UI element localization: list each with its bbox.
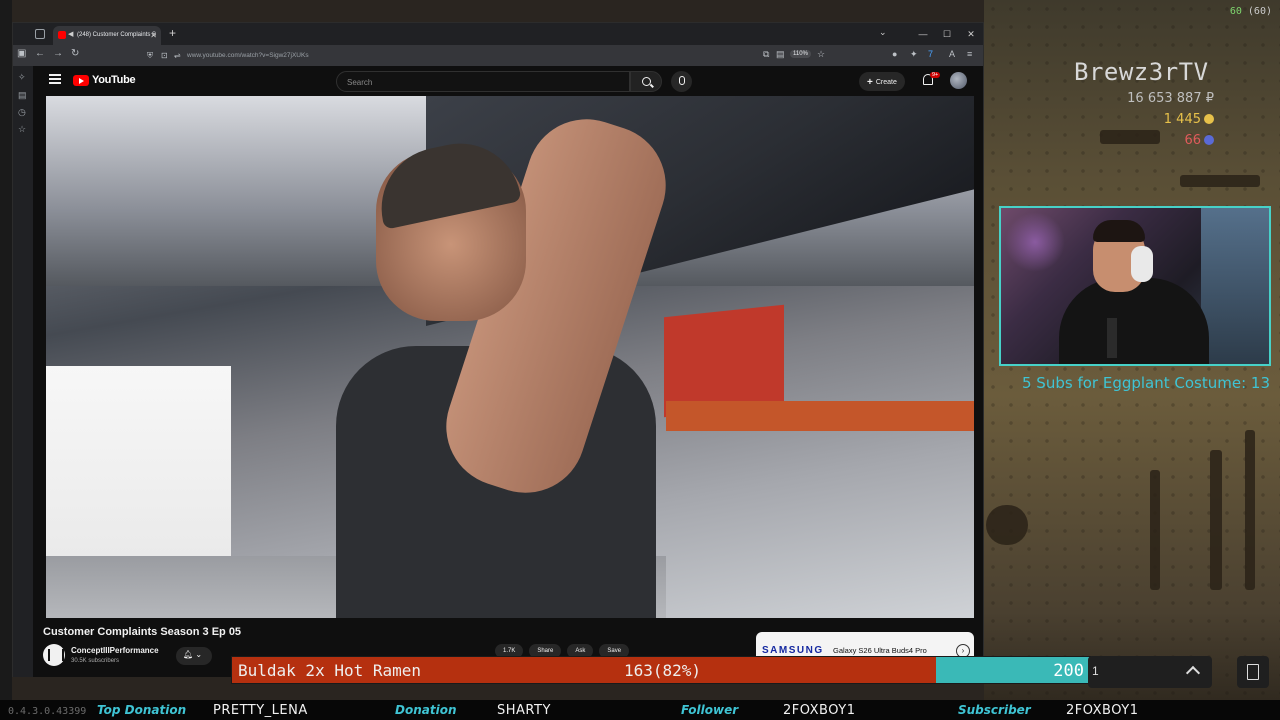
donation-label: Donation	[395, 703, 457, 717]
fps-counter: 60 (60)	[1229, 6, 1272, 17]
tab-title: (248) Customer Complaints S	[77, 32, 157, 38]
font-icon[interactable]: A	[949, 49, 955, 59]
menu-icon[interactable]: ≡	[967, 49, 972, 59]
browser-window: ◀ (248) Customer Complaints S ✕ + ⌄ — ☐ …	[12, 22, 984, 714]
chevron-up-icon[interactable]	[1185, 665, 1201, 681]
ramen-count: 163(82%)	[624, 661, 702, 680]
youtube-play-icon	[73, 74, 89, 86]
subscribed-bell-button[interactable]: 🔔︎ ⌄	[176, 647, 212, 665]
search-input[interactable]: Search	[336, 71, 630, 92]
coin-icon	[1204, 114, 1214, 124]
donation-value: SHARTY	[497, 703, 551, 718]
channel-avatar[interactable]	[43, 644, 65, 666]
tab-bar: ◀ (248) Customer Complaints S ✕ + ⌄ — ☐ …	[13, 23, 983, 45]
webcam-light	[1005, 212, 1065, 272]
youtube-header: YouTube Search + Create 9+	[33, 66, 983, 96]
site-info-icon[interactable]: ⇌	[174, 51, 181, 60]
lock-icon[interactable]: ⊡	[161, 51, 168, 60]
ai-icon[interactable]: ✧	[18, 72, 26, 83]
tool-shape	[1150, 470, 1160, 590]
tool-shape	[1245, 430, 1255, 590]
subscriber-label: Subscriber	[958, 703, 1031, 717]
follower-label: Follower	[681, 703, 739, 717]
channel-name[interactable]: ConceptIIIPerformance	[71, 646, 159, 655]
hamburger-menu-icon[interactable]	[49, 74, 61, 84]
subscriber-count: 30.5K subscribers	[71, 658, 120, 664]
ramen-name: Buldak 2x Hot Ramen	[238, 661, 422, 680]
chat-collapse-pill[interactable]: 1	[1088, 656, 1212, 688]
history-icon[interactable]: ◷	[18, 107, 26, 118]
top-donation-value: PRETTY_LENA	[213, 703, 308, 718]
shield-icon[interactable]: ⛨	[147, 51, 153, 61]
webcam-feed	[999, 206, 1271, 366]
chat-count: 1	[1092, 664, 1099, 678]
red-stat: 66	[1184, 133, 1214, 148]
video-player[interactable]	[46, 96, 974, 618]
sidebar-toggle-icon[interactable]: ▣	[17, 48, 26, 59]
youtube-page: YouTube Search + Create 9+ Customer Comp…	[33, 66, 983, 677]
speaker-icon[interactable]: ◀	[68, 30, 73, 38]
address-field[interactable]: ⛨ ⊡ ⇌ www.youtube.com/watch?v=Sigw27jXUK…	[143, 48, 863, 63]
ad-product: Galaxy S26 Ultra Buds4 Pro	[833, 646, 927, 655]
tool-shape	[1100, 130, 1160, 144]
tab-list-chevron-icon[interactable]: ⌄	[879, 27, 887, 38]
gem-icon	[1204, 135, 1214, 145]
extension-icon[interactable]: ●	[892, 49, 897, 59]
ramen-goal-bar: Buldak 2x Hot Ramen 163(82%) 200	[231, 656, 1091, 684]
streamer-hair	[1093, 220, 1145, 242]
microphone	[1107, 318, 1117, 358]
webcam-shelf	[1201, 208, 1269, 364]
tab-actions-icon[interactable]	[35, 29, 45, 39]
notes-icon[interactable]	[1237, 656, 1269, 688]
pip-icon[interactable]: ⧉	[763, 49, 769, 60]
zoom-level[interactable]: 110%	[790, 50, 811, 58]
window-controls: — ☐ ✕	[911, 23, 983, 45]
star-icon[interactable]: ☆	[18, 124, 26, 135]
back-icon[interactable]: ←	[35, 48, 45, 59]
account-avatar[interactable]	[950, 72, 967, 89]
reader-icon[interactable]: ▤	[776, 49, 785, 60]
close-window-icon[interactable]: ✕	[959, 23, 983, 45]
translate-icon[interactable]: 7	[928, 49, 933, 59]
version-text: 0.4.3.0.43399	[8, 706, 87, 717]
headphones	[1131, 246, 1153, 282]
notification-badge: 9+	[930, 72, 941, 78]
subs-goal: 5 Subs for Eggplant Costume: 13	[1022, 374, 1270, 392]
stream-screen: 60 (60) Brewz3rTV 16 653 887 ₽ 1 445 66 …	[0, 0, 1280, 720]
youtube-logo[interactable]: YouTube	[73, 74, 136, 86]
url-text: www.youtube.com/watch?v=Sigw27jXUKs	[187, 52, 309, 59]
tab-youtube[interactable]: ◀ (248) Customer Complaints S ✕	[53, 26, 161, 45]
ramen-goal: 200	[1053, 661, 1084, 681]
video-title: Customer Complaints Season 3 Ep 05	[43, 626, 242, 638]
tool-shape	[1210, 450, 1222, 590]
points-stat: 16 653 887 ₽	[1127, 91, 1214, 106]
streamer-body	[1059, 278, 1209, 364]
voice-search-icon[interactable]	[671, 71, 692, 92]
forward-icon[interactable]: →	[53, 48, 63, 59]
notes-icon[interactable]: ▤	[18, 90, 27, 101]
minimize-icon[interactable]: —	[911, 23, 935, 45]
youtube-favicon-icon	[58, 31, 66, 39]
left-strip	[0, 0, 12, 720]
coins-stat: 1 445	[1164, 112, 1214, 127]
maximize-icon[interactable]: ☐	[935, 23, 959, 45]
tool-shape	[1180, 175, 1260, 187]
tool-shape	[986, 505, 1028, 545]
browser-sidebar: ✧ ▤ ◷ ☆ ⚙	[13, 66, 33, 714]
subscriber-value: 2FOXBOY1	[1066, 703, 1139, 718]
reload-icon[interactable]: ↻	[71, 48, 79, 59]
top-donation-label: Top Donation	[97, 703, 187, 717]
ad-brand: SAMSUNG	[762, 645, 824, 656]
event-ticker: Top Donation PRETTY_LENA Donation SHARTY…	[0, 700, 1280, 720]
streamer-name: Brewz3rTV	[1074, 58, 1209, 86]
address-toolbar: ▣ ← → ↻ ⛨ ⊡ ⇌ www.youtube.com/watch?v=Si…	[13, 45, 983, 66]
puzzle-icon[interactable]: ✦	[910, 49, 918, 60]
bookmark-icon[interactable]: ☆	[817, 49, 825, 60]
new-tab-button[interactable]: +	[169, 26, 176, 40]
follower-value: 2FOXBOY1	[783, 703, 856, 718]
tab-close-icon[interactable]: ✕	[150, 31, 157, 40]
video-shelf	[666, 401, 974, 431]
create-button[interactable]: + Create	[859, 72, 905, 91]
search-icon[interactable]	[630, 71, 662, 92]
